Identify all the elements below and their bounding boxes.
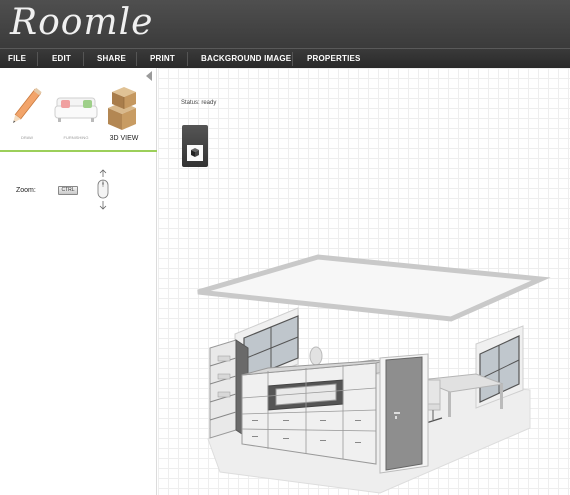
tab-3d-view[interactable]: 3D VIEW: [100, 78, 148, 148]
office-chair: [427, 379, 441, 405]
menu-separator: [136, 52, 137, 66]
app-header: Roomle: [0, 0, 570, 48]
menu-separator: [83, 52, 84, 66]
menu-separator: [187, 52, 188, 66]
tall-shelf-front: [209, 339, 237, 439]
zoom-label: Zoom:: [16, 187, 36, 194]
ctrl-key-hint: CTRL: [58, 186, 78, 195]
sidebar-panel: DRAW FURNISHING 3D VIEW Zoom: CTRL: [0, 68, 157, 495]
door: [385, 356, 423, 471]
tab-draw-label: DRAW: [20, 135, 34, 140]
boxes-icon: [108, 87, 136, 130]
menu-print[interactable]: PRINT: [142, 49, 183, 69]
menu-share[interactable]: SHARE: [89, 49, 134, 69]
menu-bar: FILE EDIT SHARE PRINT BACKGROUND IMAGE P…: [0, 48, 570, 68]
tab-draw[interactable]: DRAW: [3, 78, 51, 148]
menu-properties[interactable]: PROPERTIES: [299, 49, 369, 69]
mouse-scroll-icon: [97, 169, 109, 210]
tab-3d-view-label: 3D VIEW: [109, 135, 139, 142]
menu-file[interactable]: FILE: [0, 49, 34, 69]
menu-edit[interactable]: EDIT: [44, 49, 79, 69]
app-logo[interactable]: Roomle: [10, 2, 153, 43]
chair-back: [309, 346, 323, 366]
menu-separator: [37, 52, 38, 66]
tab-furnishing-label: FURNISHING: [63, 135, 89, 140]
menu-separator: [292, 52, 293, 66]
tab-furnishing[interactable]: FURNISHING: [52, 78, 100, 148]
ceiling-outline: [197, 254, 551, 322]
room-3d-model: [197, 254, 551, 494]
menu-background-image[interactable]: BACKGROUND IMAGE: [193, 49, 299, 69]
sofa-icon: [54, 97, 98, 122]
sidebar-divider: [0, 150, 157, 152]
3d-canvas[interactable]: Status: ready: [158, 68, 570, 495]
pencil-icon: [13, 87, 42, 124]
